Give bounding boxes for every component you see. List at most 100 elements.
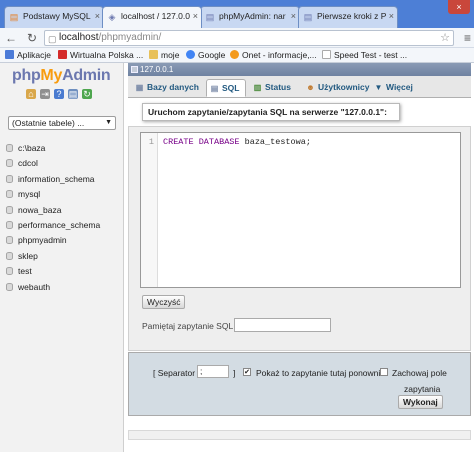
tab-databases[interactable]: ▦ Bazy danych <box>132 79 205 97</box>
database-item[interactable]: mysql <box>6 187 100 202</box>
phpmyadmin-logo[interactable]: phpMyAdmin <box>12 67 111 85</box>
page-icon <box>322 50 331 59</box>
bookmark-query-label: Pamiętaj zapytanie SQL: <box>142 321 236 331</box>
sql-editor[interactable]: 1 CREATE DATABASE baza_testowa; <box>140 132 461 288</box>
sql-query-title: Uruchom zapytanie/zapytania SQL na serwe… <box>142 103 400 121</box>
database-icon <box>6 159 13 168</box>
database-item[interactable]: information_schema <box>6 172 100 187</box>
wp-icon <box>58 50 67 59</box>
main-tabs: ▦ Bazy danych ▤ SQL ▥ Status ☻ Użytkownicy ▼… <box>128 76 471 98</box>
close-tab-icon[interactable]: × <box>193 11 198 21</box>
page-info-icon: ▢ <box>48 34 57 44</box>
database-item[interactable]: phpmyadmin <box>6 233 100 248</box>
tab-more[interactable]: ▼ Więcej <box>371 79 419 97</box>
home-icon[interactable]: ⌂ <box>26 89 36 99</box>
server-link[interactable]: 127.0.0.1 <box>140 65 173 74</box>
database-icon <box>6 267 13 276</box>
database-item[interactable]: c:\baza <box>6 141 100 156</box>
browser-tab-4[interactable]: ▤ Pierwsze kroki z P × <box>298 6 398 28</box>
bookmarks-bar: Aplikacje Wirtualna Polska ... moje Goog… <box>0 48 474 63</box>
onet-icon <box>230 50 239 59</box>
reload-icon[interactable]: ↻ <box>24 30 40 46</box>
server-breadcrumb: 127.0.0.1 <box>128 63 471 76</box>
retain-box-checkbox[interactable] <box>380 368 388 376</box>
database-item[interactable]: nowa_baza <box>6 203 100 218</box>
database-icon <box>6 251 13 260</box>
browser-tab-3[interactable]: ▤ phpMyAdmin: nar × <box>200 6 300 28</box>
page-favicon-icon: ▤ <box>303 12 313 22</box>
close-tab-icon[interactable]: × <box>389 11 394 21</box>
bookmark-star-icon[interactable]: ☆ <box>440 31 450 45</box>
database-item[interactable]: sklep <box>6 249 100 264</box>
bookmark-speedtest[interactable]: Speed Test - test ... <box>322 50 407 60</box>
google-icon <box>186 50 195 59</box>
browser-tab-strip: ▤ Podstawy MySQL × ◈ localhost / 127.0.0… <box>0 0 474 28</box>
sql-code: CREATE DATABASE baza_testowa; <box>163 137 311 147</box>
database-icon: ▦ <box>135 83 144 92</box>
close-tab-icon[interactable]: × <box>291 11 296 21</box>
url-host: localhost <box>59 32 99 43</box>
address-bar-row: ← ↻ ▢ localhost/phpmyadmin/ ☆ ≡ <box>0 28 474 48</box>
browser-tab-2[interactable]: ◈ localhost / 127.0.0 × <box>102 6 202 28</box>
show-query-checkbox[interactable]: ✔ <box>243 368 251 376</box>
database-icon <box>6 236 13 245</box>
separator-input[interactable]: ; <box>197 365 229 378</box>
bookmark-wp[interactable]: Wirtualna Polska ... <box>58 50 143 60</box>
line-numbers: 1 <box>141 133 158 287</box>
chevron-down-icon: ▼ <box>105 119 112 126</box>
horizontal-scrollbar[interactable] <box>128 430 471 440</box>
bookmark-apps[interactable]: Aplikacje <box>5 50 51 60</box>
database-icon <box>6 174 13 183</box>
separator-label: [ Separator <box>153 368 196 378</box>
database-icon <box>6 282 13 291</box>
pma-navigation-panel: phpMyAdmin ⌂ ⇥? ▤ ↻ (Ostatnie tabele) ... ▼… <box>0 63 124 452</box>
database-item[interactable]: test <box>6 264 100 279</box>
bookmark-moje[interactable]: moje <box>149 50 179 60</box>
chrome-menu-icon[interactable]: ≡ <box>464 31 471 45</box>
tab-sql[interactable]: ▤ SQL <box>206 79 247 97</box>
docs-icon[interactable]: ▤ <box>68 89 78 99</box>
database-list: c:\baza cdcol information_schema mysql n… <box>6 141 100 295</box>
sql-keyword: CREATE DATABASE <box>163 137 240 147</box>
bookmark-onet[interactable]: Onet - informacje,... <box>230 50 317 60</box>
server-icon <box>131 66 138 73</box>
database-icon <box>6 190 13 199</box>
database-item[interactable]: cdcol <box>6 156 100 171</box>
separator-close-bracket: ] <box>233 368 236 378</box>
recent-tables-select[interactable]: (Ostatnie tabele) ... ▼ <box>8 116 116 130</box>
window-close-icon[interactable]: × <box>448 0 470 14</box>
page-favicon-icon: ▤ <box>9 12 19 22</box>
help-icon[interactable]: ? <box>54 89 64 99</box>
pma-main-panel: 127.0.0.1 ▦ Bazy danych ▤ SQL ▥ Status ☻ Uży… <box>125 63 474 452</box>
browser-tab-1[interactable]: ▤ Podstawy MySQL × <box>4 6 104 28</box>
database-item[interactable]: webauth <box>6 280 100 295</box>
nav-icon-bar: ⌂ ⇥? ▤ ↻ <box>26 89 96 99</box>
clear-button[interactable]: Wyczyść <box>142 295 186 309</box>
chevron-down-icon: ▼ <box>374 83 383 92</box>
show-query-label: Pokaż to zapytanie tutaj ponownie <box>256 368 386 378</box>
users-icon: ☻ <box>306 83 315 92</box>
database-item[interactable]: performance_schema <box>6 218 100 233</box>
browser-tab-label: localhost / 127.0.0 <box>121 11 190 21</box>
url-path: /phpmyadmin/ <box>98 32 162 43</box>
reload-nav-icon[interactable]: ↻ <box>82 89 92 99</box>
retain-box-label: Zachowaj pole <box>392 368 447 378</box>
browser-tab-label: phpMyAdmin: nar <box>219 11 286 21</box>
bookmark-query-input[interactable] <box>234 318 331 332</box>
tab-status[interactable]: ▥ Status <box>250 79 297 97</box>
sql-text: baza_testowa; <box>239 137 311 147</box>
logout-icon[interactable]: ⇥ <box>40 89 50 99</box>
folder-icon <box>149 50 158 59</box>
close-tab-icon[interactable]: × <box>95 11 100 21</box>
tab-users[interactable]: ☻ Użytkownicy <box>303 79 376 97</box>
sql-icon: ▤ <box>210 84 219 93</box>
go-button[interactable]: Wykonaj <box>398 395 443 409</box>
retain-box-label-line2: zapytania <box>404 384 441 394</box>
url-input[interactable]: ▢ localhost/phpmyadmin/ ☆ <box>44 30 454 46</box>
phpmyadmin-favicon-icon: ◈ <box>108 12 116 22</box>
bookmark-google[interactable]: Google <box>186 50 225 60</box>
back-arrow-icon[interactable]: ← <box>3 30 19 46</box>
apps-grid-icon <box>5 50 14 59</box>
page-favicon-icon: ▤ <box>205 12 215 22</box>
database-icon <box>6 144 13 152</box>
